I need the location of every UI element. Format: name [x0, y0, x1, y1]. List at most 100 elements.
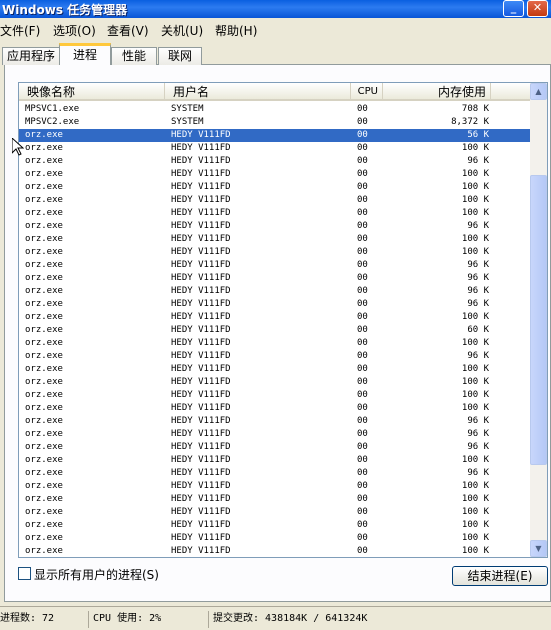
column-image-name[interactable]: 映像名称 [19, 83, 165, 101]
table-row[interactable]: orz.exe HEDY V111FD 00 100 K [19, 194, 531, 207]
process-name: orz.exe [25, 494, 63, 504]
vertical-scrollbar[interactable]: ▲ ▼ [530, 83, 547, 557]
tab-strip: 应用程序 进程 性能 联网 [0, 43, 551, 65]
mouse-pointer-icon [12, 138, 24, 156]
table-row[interactable]: orz.exe HEDY V111FD 00 100 K [19, 454, 531, 467]
status-commit-charge: 提交更改: 438184K / 641324K [208, 611, 428, 628]
table-row[interactable]: orz.exe HEDY V111FD 00 96 K [19, 155, 531, 168]
table-row[interactable]: orz.exe HEDY V111FD 00 100 K [19, 363, 531, 376]
process-name: orz.exe [25, 325, 63, 335]
scroll-down-button[interactable]: ▼ [530, 540, 547, 557]
window-title: Windows 任务管理器 [2, 3, 128, 17]
scroll-up-button[interactable]: ▲ [530, 83, 547, 100]
table-row[interactable]: orz.exe HEDY V111FD 00 100 K [19, 168, 531, 181]
show-all-users-checkbox[interactable] [18, 567, 31, 580]
process-name: orz.exe [25, 533, 63, 543]
process-mem: 100 K [461, 481, 489, 491]
table-row[interactable]: orz.exe HEDY V111FD 00 100 K [19, 532, 531, 545]
process-name: orz.exe [25, 338, 63, 348]
menu-bar: 文件(F) 选项(O) 查看(V) 关机(U) 帮助(H) [0, 18, 551, 40]
table-row[interactable]: orz.exe HEDY V111FD 00 96 K [19, 272, 531, 285]
process-mem: 96 K [467, 273, 489, 283]
column-mem-usage[interactable]: 内存使用 [383, 83, 491, 101]
table-row[interactable]: orz.exe HEDY V111FD 00 100 K [19, 519, 531, 532]
process-mem: 100 K [461, 338, 489, 348]
process-name: orz.exe [25, 169, 63, 179]
column-user-name[interactable]: 用户名 [165, 83, 351, 101]
process-cpu: 00 [357, 312, 368, 322]
process-name: orz.exe [25, 520, 63, 530]
process-user: HEDY V111FD [171, 364, 231, 374]
scrollbar-thumb[interactable] [530, 175, 547, 465]
table-row[interactable]: orz.exe HEDY V111FD 00 100 K [19, 402, 531, 415]
table-row[interactable]: MPSVC2.exe SYSTEM 00 8,372 K [19, 116, 531, 129]
table-row[interactable]: orz.exe HEDY V111FD 00 96 K [19, 285, 531, 298]
process-cpu: 00 [357, 234, 368, 244]
tab-performance[interactable]: 性能 [111, 47, 157, 65]
tab-processes[interactable]: 进程 [59, 43, 111, 65]
tab-applications[interactable]: 应用程序 [2, 47, 60, 65]
process-mem: 96 K [467, 260, 489, 270]
table-row[interactable]: orz.exe HEDY V111FD 00 60 K [19, 324, 531, 337]
process-name: orz.exe [25, 364, 63, 374]
process-mem: 96 K [467, 468, 489, 478]
process-cpu: 00 [357, 156, 368, 166]
process-mem: 96 K [467, 299, 489, 309]
process-cpu: 00 [357, 507, 368, 517]
menu-options[interactable]: 选项(O) [53, 22, 96, 39]
end-process-button[interactable]: 结束进程(E) [452, 566, 548, 586]
process-user: HEDY V111FD [171, 494, 231, 504]
table-row[interactable]: orz.exe HEDY V111FD 00 96 K [19, 415, 531, 428]
process-name: orz.exe [25, 429, 63, 439]
process-mem: 100 K [461, 546, 489, 556]
process-cpu: 00 [357, 429, 368, 439]
table-row[interactable]: orz.exe HEDY V111FD 00 100 K [19, 480, 531, 493]
process-name: MPSVC2.exe [25, 117, 80, 127]
table-row[interactable]: orz.exe HEDY V111FD 00 96 K [19, 259, 531, 272]
table-row[interactable]: orz.exe HEDY V111FD 00 96 K [19, 350, 531, 363]
table-row[interactable]: orz.exe HEDY V111FD 00 100 K [19, 142, 531, 155]
process-list[interactable]: 映像名称 用户名 CPU 内存使用 MPSVC1.exe SYSTEM 00 708 … [18, 82, 548, 558]
table-row[interactable]: orz.exe HEDY V111FD 00 100 K [19, 233, 531, 246]
process-user: HEDY V111FD [171, 416, 231, 426]
table-row[interactable]: orz.exe HEDY V111FD 00 100 K [19, 545, 531, 557]
table-row[interactable]: orz.exe HEDY V111FD 00 100 K [19, 493, 531, 506]
menu-file[interactable]: 文件(F) [0, 22, 40, 39]
table-row[interactable]: MPSVC1.exe SYSTEM 00 708 K [19, 103, 531, 116]
table-row[interactable]: orz.exe HEDY V111FD 00 96 K [19, 220, 531, 233]
process-name: orz.exe [25, 442, 63, 452]
process-user: HEDY V111FD [171, 234, 231, 244]
process-user: HEDY V111FD [171, 312, 231, 322]
process-mem: 96 K [467, 156, 489, 166]
process-mem: 100 K [461, 247, 489, 257]
table-row[interactable]: orz.exe HEDY V111FD 00 96 K [19, 441, 531, 454]
table-row[interactable]: orz.exe HEDY V111FD 00 100 K [19, 376, 531, 389]
table-row[interactable]: orz.exe HEDY V111FD 00 100 K [19, 181, 531, 194]
table-row[interactable]: orz.exe HEDY V111FD 00 96 K [19, 428, 531, 441]
process-name: orz.exe [25, 221, 63, 231]
table-row[interactable]: orz.exe HEDY V111FD 00 100 K [19, 389, 531, 402]
menu-shutdown[interactable]: 关机(U) [161, 22, 203, 39]
process-user: HEDY V111FD [171, 546, 231, 556]
tab-networking[interactable]: 联网 [158, 47, 202, 65]
process-user: HEDY V111FD [171, 208, 231, 218]
table-row[interactable]: orz.exe HEDY V111FD 00 96 K [19, 467, 531, 480]
menu-help[interactable]: 帮助(H) [215, 22, 257, 39]
table-row[interactable]: orz.exe HEDY V111FD 00 100 K [19, 207, 531, 220]
table-row[interactable]: orz.exe HEDY V111FD 00 96 K [19, 298, 531, 311]
status-cpu-usage: CPU 使用: 2% [88, 611, 208, 628]
table-row[interactable]: orz.exe HEDY V111FD 00 100 K [19, 311, 531, 324]
process-name: orz.exe [25, 390, 63, 400]
column-cpu[interactable]: CPU [351, 83, 383, 101]
table-row[interactable]: orz.exe HEDY V111FD 00 100 K [19, 246, 531, 259]
table-row[interactable]: orz.exe HEDY V111FD 00 100 K [19, 506, 531, 519]
process-name: orz.exe [25, 507, 63, 517]
menu-view[interactable]: 查看(V) [107, 22, 149, 39]
process-cpu: 00 [357, 442, 368, 452]
table-row[interactable]: orz.exe HEDY V111FD 00 56 K [19, 129, 531, 142]
close-button[interactable]: ✕ [527, 0, 548, 17]
process-name: orz.exe [25, 481, 63, 491]
table-row[interactable]: orz.exe HEDY V111FD 00 100 K [19, 337, 531, 350]
process-cpu: 00 [357, 403, 368, 413]
minimize-button[interactable]: _ [503, 0, 524, 17]
